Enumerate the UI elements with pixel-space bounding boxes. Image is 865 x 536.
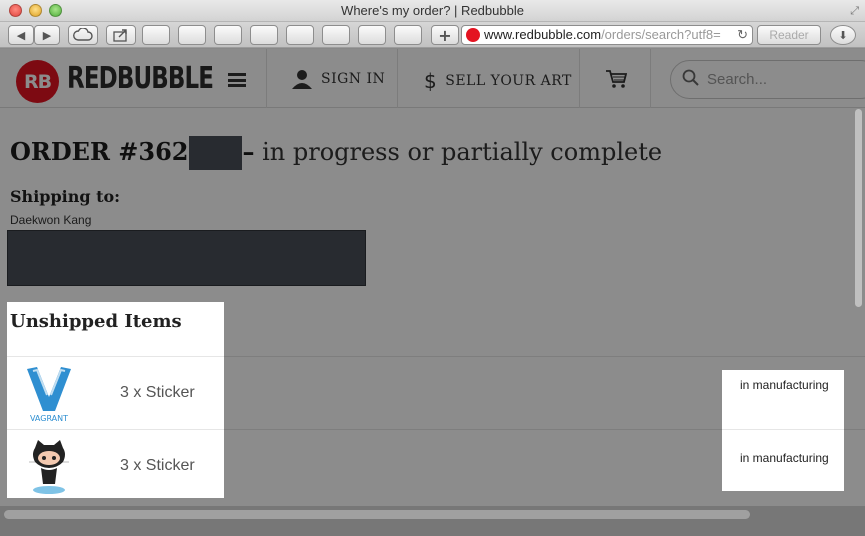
bookmark-slot-1[interactable] (142, 25, 170, 45)
page-title: ORDER #362 – in progress or partially com… (10, 135, 663, 170)
address-bar[interactable]: www.redbubble.com/orders/search?utf8= ↻ (461, 25, 753, 45)
item-status: in manufacturing (740, 378, 829, 392)
dollar-icon: $ (424, 69, 438, 93)
header-divider (397, 49, 398, 108)
downloads-button[interactable]: ⬇ (830, 25, 856, 45)
search-box[interactable] (670, 60, 865, 99)
plus-icon: + (438, 25, 452, 45)
vertical-scroll-thumb[interactable] (855, 109, 862, 307)
sell-your-art-link[interactable]: $ SELL YOUR ART (424, 69, 572, 93)
header-divider (650, 49, 651, 108)
bookmark-slot-2[interactable] (178, 25, 206, 45)
reader-button[interactable]: Reader (757, 25, 821, 45)
site-favicon-icon (466, 28, 480, 42)
header-divider (266, 49, 267, 108)
bookmark-slot-7[interactable] (358, 25, 386, 45)
order-dash: – (242, 137, 255, 166)
back-button[interactable]: ◀ (8, 25, 34, 45)
item-quantity: 3 x Sticker (120, 457, 195, 474)
list-item: 3 x Sticker in manufacturing (7, 430, 865, 503)
sign-in-link[interactable]: SIGN IN (291, 69, 385, 89)
window-title: Where's my order? | Redbubble (341, 3, 524, 18)
back-icon: ◀ (16, 28, 26, 42)
redacted-order-digits (189, 135, 243, 170)
window-titlebar: Where's my order? | Redbubble ⤢ (0, 0, 865, 22)
bookmark-slot-6[interactable] (322, 25, 350, 45)
icloud-tabs-button[interactable] (68, 25, 98, 45)
redacted-address (7, 230, 366, 286)
page-content: RB REDBUBBLE SIGN IN $ SELL YOUR ART ORD… (0, 49, 865, 506)
bookmark-slot-4[interactable] (250, 25, 278, 45)
site-header: RB REDBUBBLE SIGN IN $ SELL YOUR ART (0, 49, 865, 108)
item-quantity: 3 x Sticker (120, 384, 195, 401)
order-status: in progress or partially complete (254, 138, 663, 166)
url-host: www.redbubble.com (484, 27, 602, 42)
user-icon (292, 70, 312, 89)
reader-label: Reader (769, 28, 809, 42)
menu-icon[interactable] (228, 73, 246, 87)
share-icon (113, 29, 127, 42)
shipping-label: Shipping to: (10, 187, 121, 206)
vagrant-logo-icon[interactable]: VAGRANT (21, 365, 77, 423)
sell-label: SELL YOUR ART (445, 73, 572, 89)
cloud-icon (73, 28, 93, 41)
vertical-scrollbar[interactable] (853, 49, 865, 506)
new-tab-button[interactable]: + (431, 25, 459, 45)
download-icon: ⬇ (838, 28, 848, 42)
url-path: /orders/search?utf8= (601, 27, 721, 42)
search-input[interactable] (707, 71, 865, 88)
fullscreen-icon[interactable]: ⤢ (850, 4, 859, 18)
forward-icon: ▶ (42, 28, 52, 42)
bookmark-slot-8[interactable] (394, 25, 422, 45)
horizontal-scrollbar[interactable] (0, 506, 865, 536)
cart-icon[interactable] (605, 69, 627, 89)
browser-toolbar: ◀ ▶ + www.redbubble.com/orders/search?ut… (0, 22, 865, 48)
item-status: in manufacturing (740, 451, 829, 465)
search-icon (682, 69, 699, 86)
bookmark-slot-3[interactable] (214, 25, 242, 45)
forward-button[interactable]: ▶ (34, 25, 60, 45)
reload-icon[interactable]: ↻ (737, 26, 748, 44)
vagrant-wordmark: VAGRANT (30, 414, 68, 423)
unshipped-items-heading: Unshipped Items (10, 311, 182, 332)
share-button[interactable] (106, 25, 136, 45)
header-divider (579, 49, 580, 108)
redbubble-logo-icon[interactable]: RB (16, 60, 59, 103)
sign-in-label: SIGN IN (321, 71, 386, 87)
list-item: VAGRANT 3 x Sticker in manufacturing (7, 357, 865, 430)
github-octocat-icon[interactable] (21, 438, 77, 496)
redbubble-wordmark[interactable]: REDBUBBLE (67, 61, 214, 96)
order-number: ORDER #362 (10, 137, 189, 166)
shipping-name: Daekwon Kang (10, 213, 92, 227)
horizontal-scroll-thumb[interactable] (4, 510, 750, 519)
dim-overlay (0, 302, 7, 506)
bookmark-slot-5[interactable] (286, 25, 314, 45)
